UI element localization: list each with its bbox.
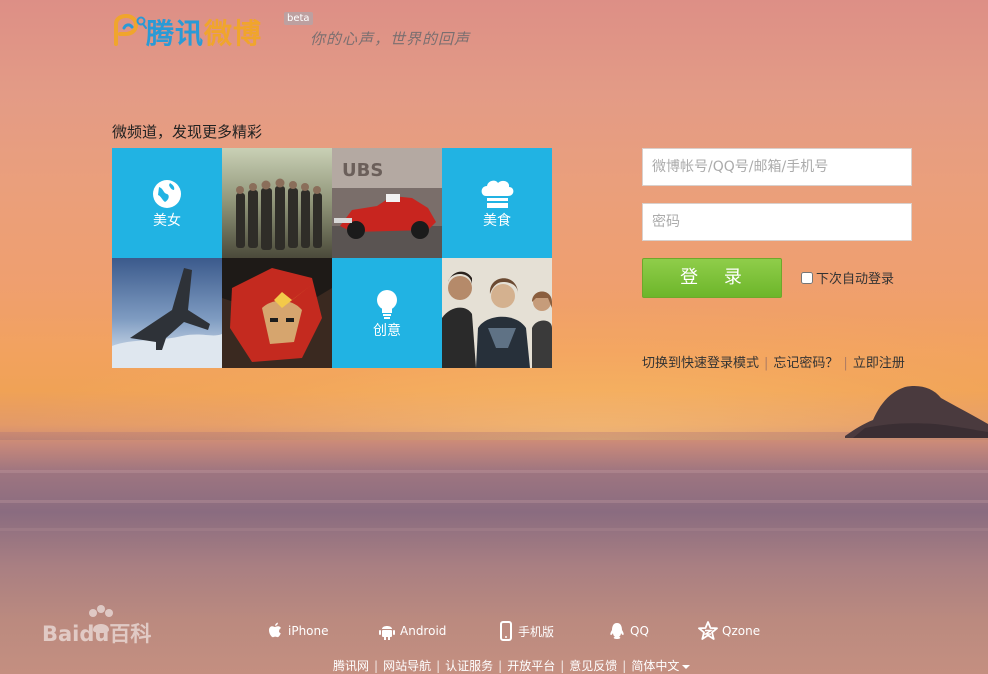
logo-text: 腾讯微博 (146, 17, 263, 50)
slogan: 你的心声，世界的回声 (310, 30, 471, 48)
divider: | (764, 356, 769, 371)
quick-login-link[interactable]: 切换到快速登录模式 (642, 356, 759, 371)
channel-tile-food[interactable]: 美食 (442, 148, 552, 258)
app-label: iPhone (288, 624, 329, 638)
divider: | (560, 659, 565, 673)
phone-icon (500, 621, 512, 641)
forgot-password-link[interactable]: 忘记密码？ (773, 356, 838, 371)
chef-hat-icon (481, 180, 514, 208)
footer-links: 腾讯网 | 网站导航 | 认证服务 | 开放平台 | 意见反馈 | 简体中文 (333, 657, 691, 674)
app-qq[interactable]: QQ (608, 620, 649, 642)
footer-link-open-platform[interactable]: 开放平台 (507, 659, 555, 673)
channel-photo-military[interactable] (112, 258, 222, 368)
username-input[interactable] (642, 148, 912, 186)
tile-label: 创意 (373, 323, 401, 339)
divider: | (843, 356, 848, 371)
tile-label: 美女 (153, 213, 181, 229)
baidu-baike-watermark: Baidu百科 (42, 604, 172, 646)
app-label: Android (400, 624, 447, 638)
caret-down-icon (682, 664, 691, 669)
channel-photo-racing[interactable]: UBS (332, 148, 442, 258)
auto-login-option[interactable]: 下次自动登录 (801, 268, 894, 287)
tile-label: 美食 (483, 213, 511, 229)
footer-link-verify[interactable]: 认证服务 (445, 659, 493, 673)
people-photo-image (442, 258, 552, 368)
divider: | (374, 659, 379, 673)
rock-island (845, 386, 988, 438)
divider: | (622, 659, 627, 673)
fighter-jet-image (112, 258, 222, 368)
login-links: 切换到快速登录模式 | 忘记密码？ | 立即注册 (642, 352, 905, 371)
globe-icon (153, 180, 181, 208)
auto-login-label: 下次自动登录 (816, 272, 895, 287)
channel-grid: 美女 UBS 美食 创意 (112, 148, 552, 368)
channel-tile-creative[interactable]: 创意 (332, 258, 442, 368)
footer-link-feedback[interactable]: 意见反馈 (569, 659, 617, 673)
channels-title: 微频道，发现更多精彩 (112, 123, 263, 141)
wave (0, 528, 988, 531)
channel-photo-games[interactable] (222, 258, 332, 368)
f1-car-image: UBS (332, 148, 442, 258)
horizon-line (0, 432, 988, 440)
divider: | (436, 659, 441, 673)
wave (0, 470, 988, 473)
qzone-star-icon (698, 621, 718, 640)
qq-penguin-icon (610, 623, 624, 639)
app-iphone[interactable]: iPhone (266, 620, 329, 642)
wave (0, 500, 988, 503)
beta-badge: beta (284, 12, 313, 25)
group-photo-image (222, 148, 332, 258)
footer-link-tencent[interactable]: 腾讯网 (333, 659, 369, 673)
divider: | (498, 659, 503, 673)
app-label: QQ (630, 624, 649, 638)
language-label: 简体中文 (631, 659, 680, 673)
app-mobile[interactable]: 手机版 (498, 620, 554, 642)
login-button[interactable]: 登 录 (642, 258, 782, 298)
app-android[interactable]: Android (378, 620, 446, 642)
paw-icon (89, 605, 113, 633)
android-icon (379, 626, 395, 640)
app-label: Qzone (722, 624, 761, 638)
channel-photo-group[interactable] (222, 148, 332, 258)
game-character-image (222, 258, 332, 368)
password-input[interactable] (642, 203, 912, 241)
apple-icon (269, 622, 281, 638)
lightbulb-icon (377, 290, 397, 319)
auto-login-checkbox[interactable] (801, 271, 813, 284)
app-qzone[interactable]: Qzone (698, 620, 760, 642)
svg-text:UBS: UBS (342, 160, 383, 181)
channel-tile-beauty[interactable]: 美女 (112, 148, 222, 258)
register-link[interactable]: 立即注册 (853, 356, 905, 371)
logo-mark-icon (114, 14, 147, 46)
footer-link-sitemap[interactable]: 网站导航 (383, 659, 431, 673)
app-label: 手机版 (518, 624, 555, 639)
language-selector[interactable]: 简体中文 (631, 659, 691, 673)
channel-photo-people[interactable] (442, 258, 552, 368)
